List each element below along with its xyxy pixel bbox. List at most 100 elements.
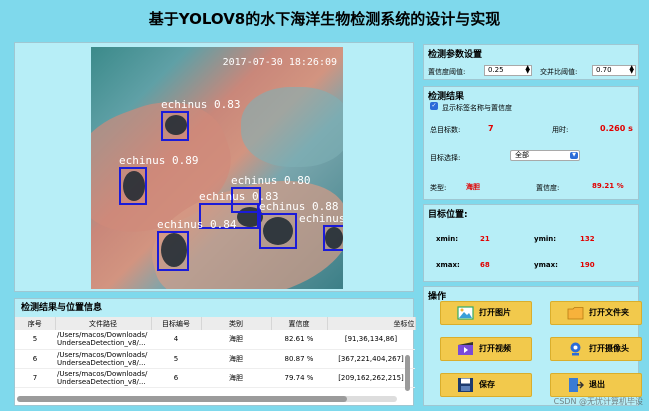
- app-title: 基于YOLOV8的水下海洋生物检测系统的设计与实现: [148, 10, 501, 28]
- cell-class: 海胆: [201, 330, 271, 350]
- cell-path: /Users/macos/Downloads/ UnderseaDetectio…: [55, 368, 151, 388]
- col-header[interactable]: 文件路径: [55, 317, 152, 330]
- position-header: 目标位置:: [428, 210, 468, 220]
- exit-door-icon: [569, 378, 584, 392]
- save-button[interactable]: 保存: [440, 373, 532, 397]
- conf-threshold-spinbox[interactable]: 0.25 ▲ ▼: [484, 65, 532, 76]
- table-row[interactable]: 6 /Users/macos/Downloads/ UnderseaDetect…: [15, 349, 415, 369]
- confidence-label: 置信度:: [536, 184, 560, 192]
- col-header[interactable]: 类别: [201, 317, 272, 330]
- folder-icon: [567, 307, 584, 320]
- table-header-row: 序号 文件路径 目标编号 类别 置信度 坐标位: [15, 317, 416, 330]
- cell-path: /Users/macos/Downloads/ UnderseaDetectio…: [55, 330, 151, 350]
- cell-confidence: 82.61 %: [271, 330, 327, 350]
- table-row[interactable]: 5 /Users/macos/Downloads/ UnderseaDetect…: [15, 330, 415, 350]
- xmax-label: xmax:: [436, 261, 460, 269]
- results-table-header: 检测结果与位置信息: [15, 299, 413, 317]
- target-select-value: 全部: [515, 151, 529, 159]
- cell-confidence: 80.87 %: [271, 349, 327, 369]
- open-folder-button[interactable]: 打开文件夹: [550, 301, 642, 325]
- image-icon: [457, 306, 474, 320]
- params-header: 检测参数设置: [428, 50, 483, 60]
- show-labels-checkbox[interactable]: ✓: [430, 102, 438, 110]
- cell-class: 海胆: [201, 368, 271, 388]
- chevron-down-icon[interactable]: ▼: [570, 152, 578, 159]
- conf-threshold-label: 置信度阈值:: [428, 68, 466, 76]
- type-value: 海胆: [466, 183, 480, 191]
- detection-box: [259, 213, 297, 249]
- exit-button[interactable]: 退出: [550, 373, 642, 397]
- total-targets-label: 总目标数:: [430, 126, 461, 134]
- image-display-panel: 2017-07-30 18:26:09 echinus 0.83 echinus…: [14, 42, 414, 292]
- open-video-button[interactable]: 打开视频: [440, 337, 532, 361]
- detection-box: [119, 167, 147, 205]
- spin-arrows-icon[interactable]: ▲ ▼: [525, 65, 530, 75]
- target-select-dropdown[interactable]: 全部 ▼: [510, 150, 580, 161]
- open-image-label: 打开图片: [479, 308, 511, 317]
- total-targets-value: 7: [488, 124, 494, 133]
- position-panel: 目标位置: xmin: 21 ymin: 132 xmax: 68 ymax: …: [423, 204, 639, 282]
- cell-coords: [367,221,404,267]: [327, 349, 415, 369]
- ymin-value: 132: [580, 235, 595, 243]
- ymax-label: ymax:: [534, 261, 558, 269]
- detection-box: [161, 111, 189, 141]
- cell-target: 5: [151, 349, 201, 369]
- cell-path: /Users/macos/Downloads/ UnderseaDetectio…: [55, 349, 151, 369]
- open-image-button[interactable]: 打开图片: [440, 301, 532, 325]
- open-camera-label: 打开摄像头: [589, 344, 629, 353]
- exit-label: 退出: [589, 380, 605, 389]
- cell-index: 7: [15, 368, 55, 388]
- vertical-scrollbar[interactable]: [405, 355, 410, 391]
- spin-arrows-icon[interactable]: ▲ ▼: [629, 65, 634, 75]
- cell-index: 6: [15, 349, 55, 369]
- ymin-label: ymin:: [534, 235, 557, 243]
- results-header: 检测结果: [428, 92, 465, 102]
- time-label: 用时:: [552, 126, 569, 134]
- detection-label: echinus 0.81: [299, 212, 343, 225]
- results-table-panel: 检测结果与位置信息 序号 文件路径 目标编号 类别 置信度 坐标位 5 /Use…: [14, 298, 416, 406]
- col-header[interactable]: 置信度: [271, 317, 328, 330]
- open-camera-button[interactable]: 打开摄像头: [550, 337, 642, 361]
- cell-coords: [209,162,262,215]: [327, 368, 415, 388]
- detection-label: echinus 0.80: [231, 174, 311, 187]
- open-folder-label: 打开文件夹: [589, 308, 629, 317]
- horizontal-scrollbar[interactable]: [17, 396, 397, 402]
- timestamp-overlay: 2017-07-30 18:26:09: [222, 57, 337, 68]
- xmax-value: 68: [480, 261, 490, 269]
- xmin-label: xmin:: [436, 235, 458, 243]
- webcam-icon: [570, 342, 581, 356]
- time-value: 0.260 s: [600, 124, 633, 133]
- cell-coords: [91,36,134,86]: [327, 330, 415, 350]
- results-panel: 检测结果 ✓ 显示标签名称与置信度 总目标数: 7 用时: 0.260 s 目标…: [423, 86, 639, 200]
- detection-box: [157, 231, 189, 271]
- show-labels-text: 显示标签名称与置信度: [442, 104, 512, 112]
- iou-threshold-value: 0.70: [596, 66, 612, 74]
- detection-label: echinus 0.83: [161, 98, 241, 111]
- col-header[interactable]: 目标编号: [151, 317, 202, 330]
- cell-confidence: 79.74 %: [271, 368, 327, 388]
- col-header[interactable]: 序号: [15, 317, 56, 330]
- detection-label: echinus 0.89: [119, 154, 199, 167]
- floppy-disk-icon: [458, 378, 473, 392]
- cell-index: 5: [15, 330, 55, 350]
- col-header[interactable]: 坐标位: [327, 317, 416, 330]
- save-label: 保存: [479, 380, 495, 389]
- video-icon: [458, 342, 473, 355]
- xmin-value: 21: [480, 235, 490, 243]
- results-table: 序号 文件路径 目标编号 类别 置信度 坐标位 5 /Users/macos/D…: [15, 317, 416, 388]
- operations-panel: 操作 打开图片 打开文件夹 打开视频 打开摄像头 保存 退出: [423, 286, 642, 406]
- cell-target: 6: [151, 368, 201, 388]
- scroll-thumb[interactable]: [17, 396, 347, 402]
- type-label: 类型:: [430, 184, 447, 192]
- target-select-label: 目标选择:: [430, 154, 461, 162]
- ymax-value: 190: [580, 261, 595, 269]
- watermark-text: CSDN @无忧计算机毕设: [553, 397, 643, 406]
- table-row[interactable]: 7 /Users/macos/Downloads/ UnderseaDetect…: [15, 368, 415, 388]
- conf-threshold-value: 0.25: [488, 66, 504, 74]
- rock-shape: [241, 87, 343, 167]
- open-video-label: 打开视频: [479, 344, 511, 353]
- detection-box: [323, 225, 343, 251]
- cell-class: 海胆: [201, 349, 271, 369]
- iou-threshold-spinbox[interactable]: 0.70 ▲ ▼: [592, 65, 636, 76]
- iou-threshold-label: 交并比阈值:: [540, 68, 578, 76]
